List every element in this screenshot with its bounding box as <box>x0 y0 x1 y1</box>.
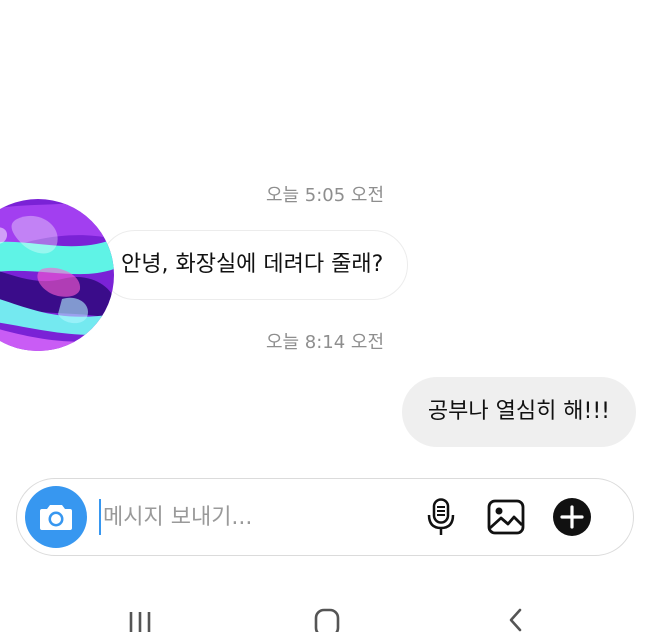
gallery-icon <box>487 499 525 535</box>
message-composer <box>16 478 634 556</box>
home-button[interactable] <box>307 606 347 632</box>
chat-screen: 오늘 5:05 오전 안녕, 화장실에 데려다 줄래? 오늘 8:14 오전 공… <box>0 0 650 632</box>
text-caret <box>99 499 101 535</box>
microphone-icon <box>427 498 455 535</box>
message-timestamp: 오늘 5:05 오전 <box>265 185 385 206</box>
back-button[interactable] <box>495 606 535 632</box>
plus-icon <box>553 498 591 536</box>
recent-apps-button[interactable] <box>120 606 160 632</box>
incoming-message-bubble[interactable]: 안녕, 화장실에 데려다 줄래? <box>100 230 409 300</box>
microphone-button[interactable] <box>421 497 461 537</box>
recent-apps-icon <box>129 612 151 632</box>
home-icon <box>314 608 340 632</box>
system-navigation-bar <box>0 600 650 632</box>
message-input[interactable] <box>103 496 403 538</box>
camera-icon <box>40 505 72 530</box>
camera-button[interactable] <box>25 486 87 548</box>
outgoing-message-bubble[interactable]: 공부나 열심히 해!!! <box>401 377 636 447</box>
gallery-button[interactable] <box>486 497 526 537</box>
message-timestamp: 오늘 8:14 오전 <box>265 332 385 353</box>
add-button[interactable] <box>552 497 592 537</box>
back-icon <box>509 608 522 632</box>
